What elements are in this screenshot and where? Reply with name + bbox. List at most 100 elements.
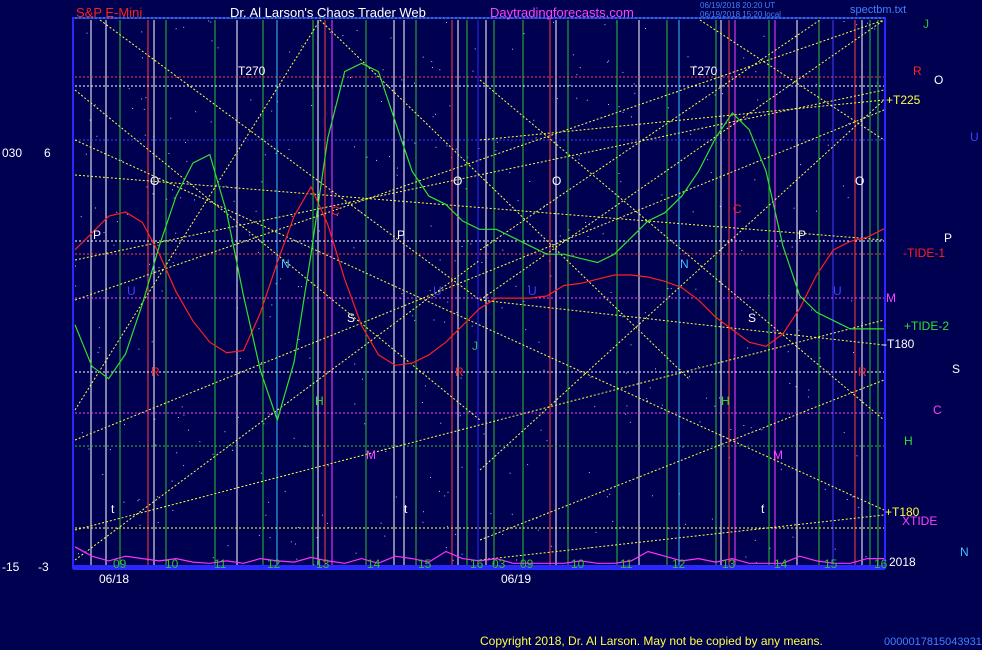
star [481,262,483,263]
star [449,105,451,107]
star [846,499,848,500]
star [455,148,457,150]
label-n-2: N [680,257,689,271]
star [123,501,125,503]
star [543,369,545,371]
star [624,413,626,415]
star [634,92,636,94]
star [350,77,351,79]
star [98,347,100,349]
star [690,133,692,135]
date-label-2: 06/19 [501,572,532,586]
star [529,181,531,182]
star [301,45,303,47]
star [730,428,732,430]
label-t-1: t [111,502,115,516]
star [439,490,440,492]
star [424,385,426,387]
level-lines [75,17,884,529]
star [827,144,829,146]
right-label-n: N [960,545,969,559]
star [384,535,386,537]
star [261,362,262,364]
star [714,94,716,96]
star [719,397,720,399]
label-m-1: M [366,448,376,462]
star [401,79,403,81]
star [318,230,320,232]
star [145,97,147,99]
star [502,534,504,535]
star [327,465,329,467]
star [376,159,377,161]
diagonal-lines [74,19,885,561]
star [290,541,292,543]
star [745,556,747,558]
star [502,249,504,251]
star [354,403,356,405]
chart-svg [72,17,886,570]
star [80,216,82,218]
star [75,285,77,287]
plot-frame [72,17,886,569]
star [143,108,145,110]
label-o-3: O [552,174,562,188]
star [446,22,447,23]
star [322,514,324,516]
star [602,233,604,235]
star [366,156,368,158]
star [461,466,463,468]
star [692,211,694,213]
star [447,491,449,493]
star [186,160,188,162]
star [284,490,286,492]
star [269,537,271,539]
star [559,235,561,237]
star [102,474,104,475]
star [298,286,299,288]
star [423,511,424,513]
star [353,247,355,249]
star [516,559,517,561]
star [610,291,612,293]
copyright-text: Copyright 2018, Dr. Al Larson. May not b… [480,634,823,648]
star [527,464,529,466]
star [269,316,271,318]
star [667,107,669,109]
hour-label: 16 [470,557,484,571]
star [470,243,472,245]
star [517,200,519,202]
star [874,28,876,30]
star [787,351,789,353]
star [75,265,76,267]
star [816,210,817,212]
star [495,150,497,152]
star [609,493,611,495]
star [540,429,542,431]
label-m-2: M [773,448,783,462]
label-u-3: U [528,284,537,298]
star [289,51,291,53]
star [811,309,813,311]
star [698,366,699,368]
star [747,347,749,349]
star [271,304,273,306]
star [446,145,448,147]
star [578,155,580,157]
star [381,101,382,102]
star [249,234,251,236]
star [183,465,185,467]
star [95,207,96,209]
star [622,526,624,528]
series-line-red [74,185,885,366]
hour-label: 10 [571,557,585,571]
star [390,37,392,39]
star [568,229,570,231]
star [629,421,631,423]
star [684,523,686,525]
right-label-tide1: -TIDE-1 [903,246,945,260]
right-label-j: J [923,17,929,31]
star [362,378,363,380]
star [116,221,118,223]
star [124,424,125,426]
